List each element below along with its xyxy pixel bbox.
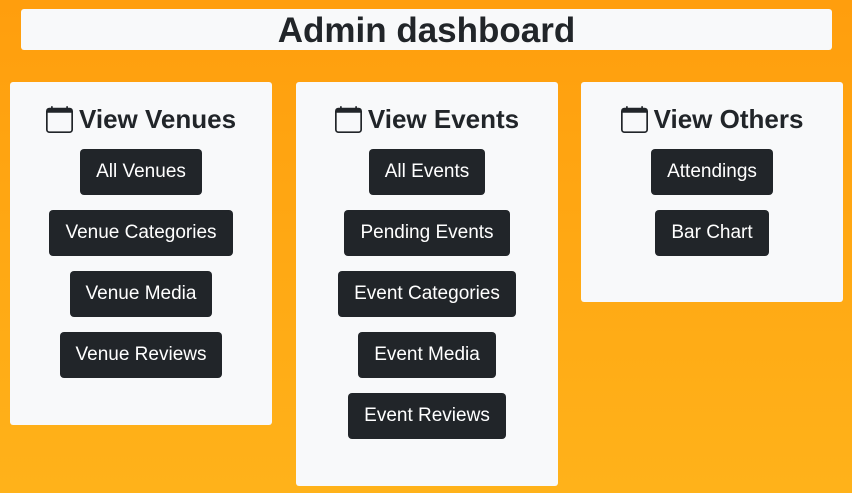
others-card-header: View Others	[620, 104, 804, 134]
calendar-icon	[620, 105, 648, 133]
venue-media-button[interactable]: Venue Media	[69, 271, 213, 317]
events-card: View Events All Events Pending Events Ev…	[296, 82, 558, 486]
event-reviews-button[interactable]: Event Reviews	[348, 393, 506, 439]
venues-card-title: View Venues	[78, 104, 237, 134]
events-card-header: View Events	[334, 104, 520, 134]
page-title: Admin dashboard	[277, 11, 576, 50]
venue-reviews-button[interactable]: Venue Reviews	[59, 332, 223, 378]
calendar-icon	[334, 105, 362, 133]
calendar-icon	[45, 105, 73, 133]
attendings-button[interactable]: Attendings	[651, 149, 773, 195]
pending-events-button[interactable]: Pending Events	[344, 210, 510, 256]
venues-card: View Venues All Venues Venue Categories …	[10, 82, 272, 425]
event-media-button[interactable]: Event Media	[358, 332, 496, 378]
all-venues-button[interactable]: All Venues	[80, 149, 202, 195]
others-card: View Others Attendings Bar Chart	[581, 82, 843, 302]
bar-chart-button[interactable]: Bar Chart	[655, 210, 769, 256]
others-card-title: View Others	[653, 104, 804, 134]
all-events-button[interactable]: All Events	[368, 149, 486, 195]
event-categories-button[interactable]: Event Categories	[338, 271, 516, 317]
venue-categories-button[interactable]: Venue Categories	[49, 210, 233, 256]
header-bar: Admin dashboard	[21, 9, 832, 50]
venues-card-header: View Venues	[45, 104, 237, 134]
events-card-title: View Events	[367, 104, 520, 134]
